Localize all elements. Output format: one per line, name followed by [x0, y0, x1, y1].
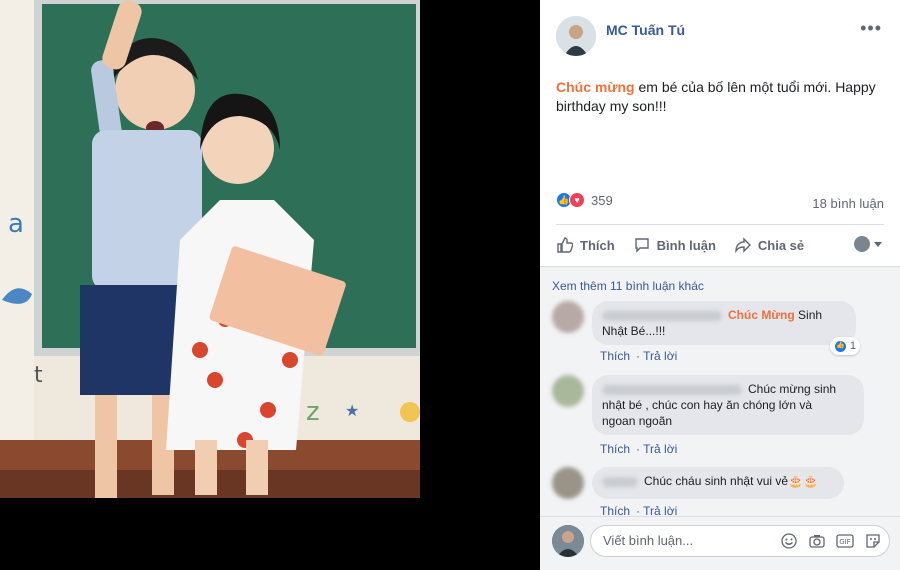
post-caption: Chúc mừng em bé của bố lên một tuổi mới.…: [556, 78, 886, 116]
viewer-avatar-small: [854, 236, 870, 252]
like-icon: [556, 236, 574, 254]
see-more-comments-link[interactable]: Xem thêm 11 bình luận khác: [552, 279, 704, 293]
comment-highlight[interactable]: Chúc Mừng: [728, 308, 795, 322]
comment-count[interactable]: 18 bình luận: [812, 196, 884, 211]
comment-text-line3: ngoan ngoãn: [602, 414, 673, 428]
author-avatar[interactable]: [556, 16, 596, 56]
composer-icons: GIF: [780, 532, 882, 550]
svg-text:t: t: [34, 363, 43, 388]
comment-bubble: Chúc cháu sinh nhật vui vẻ🎂🎂: [592, 467, 844, 499]
comment-reactions[interactable]: 👍 1: [829, 337, 860, 355]
commenter-avatar[interactable]: [552, 301, 584, 333]
viewer-avatar: [552, 525, 584, 557]
comments-section: Xem thêm 11 bình luận khác Chúc Mừng Sin…: [540, 266, 900, 518]
divider: [556, 224, 884, 225]
comment-bubble: Chúc Mừng Sinh Nhật Bé...!!! 👍 1: [592, 301, 860, 355]
comment-text: Sinh: [794, 308, 823, 322]
comment-text-line2: nhật bé , chúc con hay ăn chóng lớn và: [602, 398, 813, 412]
post-photo[interactable]: a t z ★: [0, 0, 420, 498]
photo-area: a t z ★: [0, 0, 540, 570]
comment-button[interactable]: Bình luận: [633, 236, 716, 254]
comment-icon: [633, 236, 651, 254]
sticker-icon[interactable]: [864, 532, 882, 550]
gif-icon[interactable]: GIF: [836, 532, 854, 550]
comment-item: Chúc Mừng Sinh Nhật Bé...!!! 👍 1: [552, 301, 860, 355]
comment-text: Chúc cháu sinh nhật vui vẻ🎂🎂: [644, 474, 818, 488]
like-reaction-icon: 👍: [833, 339, 847, 353]
like-label: Thích: [580, 237, 615, 253]
comment-text: Chúc mừng sinh: [748, 382, 837, 396]
post-side-panel: MC Tuấn Tú ••• Chúc mừng em bé của bố lê…: [540, 0, 900, 570]
svg-text:GIF: GIF: [839, 538, 851, 546]
comment-reply-link[interactable]: Trả lời: [643, 349, 677, 363]
like-button[interactable]: Thích: [556, 236, 615, 254]
share-label: Chia sẻ: [757, 237, 805, 253]
camera-icon[interactable]: [808, 532, 826, 550]
love-reaction-icon: ♥: [569, 192, 585, 208]
commenter-name[interactable]: [602, 384, 742, 395]
svg-text:z: z: [306, 397, 320, 427]
commenter-name[interactable]: [602, 476, 638, 487]
commenter-avatar[interactable]: [552, 467, 584, 499]
commenter-name[interactable]: [602, 310, 722, 321]
svg-text:a: a: [8, 209, 24, 239]
post-header: MC Tuấn Tú: [556, 16, 685, 56]
comment-input-placeholder: Viết bình luận...: [603, 533, 694, 548]
caption-highlight[interactable]: Chúc mừng: [556, 79, 635, 95]
comment-reaction-count: 1: [849, 340, 856, 352]
more-icon[interactable]: •••: [860, 18, 882, 39]
comment-bubble: Chúc mừng sinh nhật bé , chúc con hay ăn…: [592, 375, 864, 435]
comment-actions: Thích · Trả lời: [600, 442, 678, 456]
comment-like-link[interactable]: Thích: [600, 349, 630, 363]
action-bar: Thích Bình luận Chia sẻ: [556, 226, 886, 264]
reaction-summary[interactable]: 👍 ♥ 359: [556, 192, 613, 208]
comment-label: Bình luận: [656, 237, 716, 253]
comment-reply-link[interactable]: Trả lời: [643, 442, 677, 456]
audience-selector[interactable]: [854, 236, 882, 252]
comment-text-line2: Nhật Bé...!!!: [602, 324, 666, 338]
comment-composer: Viết bình luận... GIF: [540, 516, 900, 570]
chevron-down-icon: [874, 241, 882, 247]
comment-item: Chúc cháu sinh nhật vui vẻ🎂🎂: [552, 467, 844, 499]
svg-text:★: ★: [345, 401, 359, 420]
share-icon: [734, 236, 752, 254]
commenter-avatar[interactable]: [552, 375, 584, 407]
comment-like-link[interactable]: Thích: [600, 442, 630, 456]
reaction-count: 359: [591, 192, 613, 208]
emoji-icon[interactable]: [780, 532, 798, 550]
author-name[interactable]: MC Tuấn Tú: [606, 22, 685, 38]
comment-actions: Thích · Trả lời: [600, 349, 678, 363]
share-button[interactable]: Chia sẻ: [734, 236, 804, 254]
photo-viewer: a t z ★ MC Tuấn Tú ••• Chúc mừng em bé c…: [0, 0, 900, 570]
comment-item: Chúc mừng sinh nhật bé , chúc con hay ăn…: [552, 375, 864, 435]
